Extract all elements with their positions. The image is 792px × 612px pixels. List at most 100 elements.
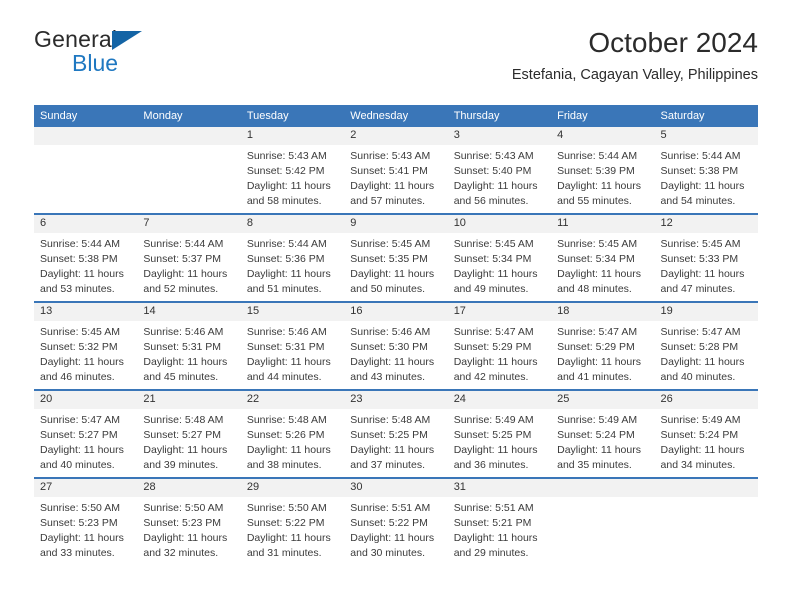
calendar-day-cell[interactable]: 30 Sunrise: 5:51 AM Sunset: 5:22 PM Dayligh… [344, 477, 448, 565]
day-sun-info: Sunrise: 5:50 AM Sunset: 5:23 PM Daylight:… [137, 497, 240, 561]
day-sunrise-text: Sunrise: 5:47 AM [557, 326, 638, 338]
weekday-header-friday: Friday [551, 105, 655, 127]
calendar-day-cell[interactable]: 17 Sunrise: 5:47 AM Sunset: 5:29 PM Dayligh… [447, 301, 552, 390]
day-number: 18 [551, 303, 655, 321]
general-blue-logo[interactable]: General Blue [34, 28, 334, 90]
calendar-day-cell[interactable]: 3 Sunrise: 5:43 AM Sunset: 5:40 PM Daylight… [447, 127, 552, 214]
day-sunrise-text: Sunrise: 5:43 AM [350, 150, 431, 162]
calendar-day-cell[interactable]: 13 Sunrise: 5:45 AM Sunset: 5:32 PM Dayligh… [34, 301, 138, 390]
day-daylight-line2-text: and 47 minutes. [660, 282, 736, 295]
day-sunrise-text: Sunrise: 5:45 AM [660, 238, 741, 250]
day-daylight-line1-text: Daylight: 11 hours [350, 531, 435, 544]
calendar-empty-cell [654, 477, 758, 565]
calendar-day-cell[interactable]: 11 Sunrise: 5:45 AM Sunset: 5:34 PM Dayligh… [551, 213, 655, 302]
calendar-day-cell[interactable]: 15 Sunrise: 5:46 AM Sunset: 5:31 PM Dayligh… [240, 301, 345, 390]
day-cell-content: 16 Sunrise: 5:46 AM Sunset: 5:30 PM Dayligh… [344, 303, 448, 389]
day-sun-info: Sunrise: 5:45 AM Sunset: 5:33 PM Daylight:… [655, 233, 758, 297]
calendar-day-cell[interactable]: 7 Sunrise: 5:44 AM Sunset: 5:37 PM Daylight… [137, 213, 241, 302]
day-daylight-line1-text: Daylight: 11 hours [40, 267, 124, 280]
calendar-day-cell[interactable]: 14 Sunrise: 5:46 AM Sunset: 5:31 PM Dayligh… [137, 301, 241, 390]
day-number: 31 [447, 479, 552, 497]
calendar-day-cell[interactable]: 10 Sunrise: 5:45 AM Sunset: 5:34 PM Dayligh… [447, 213, 552, 302]
calendar-day-cell[interactable]: 25 Sunrise: 5:49 AM Sunset: 5:24 PM Dayligh… [551, 389, 655, 478]
day-cell-content [551, 479, 655, 565]
calendar-day-cell[interactable]: 26 Sunrise: 5:49 AM Sunset: 5:24 PM Dayligh… [654, 389, 758, 478]
calendar-day-cell[interactable]: 18 Sunrise: 5:47 AM Sunset: 5:29 PM Dayligh… [551, 301, 655, 390]
day-cell-content: 12 Sunrise: 5:45 AM Sunset: 5:33 PM Dayligh… [654, 215, 758, 301]
day-cell-content: 19 Sunrise: 5:47 AM Sunset: 5:28 PM Dayligh… [654, 303, 758, 389]
day-sun-info: Sunrise: 5:48 AM Sunset: 5:27 PM Daylight:… [137, 409, 240, 473]
calendar-day-cell[interactable]: 22 Sunrise: 5:48 AM Sunset: 5:26 PM Dayligh… [240, 389, 345, 478]
day-number [551, 479, 655, 497]
day-number: 16 [344, 303, 448, 321]
day-number: 24 [447, 391, 552, 409]
day-daylight-line2-text: and 40 minutes. [660, 370, 736, 383]
day-cell-content [654, 479, 758, 565]
day-sun-info: Sunrise: 5:50 AM Sunset: 5:22 PM Daylight:… [241, 497, 344, 561]
day-daylight-line2-text: and 58 minutes. [246, 194, 322, 207]
day-cell-content: 30 Sunrise: 5:51 AM Sunset: 5:22 PM Dayligh… [344, 479, 448, 565]
day-daylight-line1-text: Daylight: 11 hours [246, 443, 331, 456]
calendar-day-cell[interactable]: 27 Sunrise: 5:50 AM Sunset: 5:23 PM Dayligh… [34, 477, 138, 565]
day-daylight-line1-text: Daylight: 11 hours [143, 531, 228, 544]
calendar-day-cell[interactable]: 12 Sunrise: 5:45 AM Sunset: 5:33 PM Dayligh… [654, 213, 758, 302]
day-daylight-line2-text: and 55 minutes. [557, 194, 632, 207]
weekday-header-wednesday: Wednesday [344, 105, 448, 127]
day-number: 28 [137, 479, 241, 497]
day-sunrise-text: Sunrise: 5:44 AM [557, 150, 638, 162]
calendar-day-cell[interactable]: 9 Sunrise: 5:45 AM Sunset: 5:35 PM Daylight… [344, 213, 448, 302]
day-sunrise-text: Sunrise: 5:45 AM [557, 238, 638, 250]
day-sun-info: Sunrise: 5:49 AM Sunset: 5:25 PM Daylight:… [448, 409, 551, 473]
calendar-day-cell[interactable]: 8 Sunrise: 5:44 AM Sunset: 5:36 PM Daylight… [240, 213, 345, 302]
calendar-day-cell[interactable]: 2 Sunrise: 5:43 AM Sunset: 5:41 PM Daylight… [344, 127, 448, 214]
day-daylight-line1-text: Daylight: 11 hours [246, 355, 331, 368]
day-sunrise-text: Sunrise: 5:46 AM [350, 326, 431, 338]
day-sunset-text: Sunset: 5:32 PM [40, 340, 118, 353]
day-sunrise-text: Sunrise: 5:46 AM [143, 326, 224, 338]
calendar-day-cell[interactable]: 21 Sunrise: 5:48 AM Sunset: 5:27 PM Dayligh… [137, 389, 241, 478]
calendar-day-cell[interactable]: 29 Sunrise: 5:50 AM Sunset: 5:22 PM Dayligh… [240, 477, 345, 565]
day-daylight-line2-text: and 29 minutes. [453, 546, 529, 559]
day-number [34, 127, 138, 145]
calendar-week-row: 6 Sunrise: 5:44 AM Sunset: 5:38 PM Daylight… [34, 213, 758, 302]
day-sunset-text: Sunset: 5:38 PM [660, 164, 739, 177]
calendar-day-cell[interactable]: 5 Sunrise: 5:44 AM Sunset: 5:38 PM Daylight… [654, 127, 758, 214]
day-sunset-text: Sunset: 5:34 PM [557, 252, 635, 265]
day-cell-content: 22 Sunrise: 5:48 AM Sunset: 5:26 PM Dayligh… [240, 391, 345, 477]
day-daylight-line1-text: Daylight: 11 hours [453, 531, 538, 544]
calendar-day-cell[interactable]: 20 Sunrise: 5:47 AM Sunset: 5:27 PM Dayligh… [34, 389, 138, 478]
day-sun-info: Sunrise: 5:47 AM Sunset: 5:27 PM Daylight:… [34, 409, 137, 473]
logo-word-blue: Blue [72, 50, 119, 76]
day-sun-info: Sunrise: 5:51 AM Sunset: 5:22 PM Daylight:… [344, 497, 447, 561]
day-sun-info: Sunrise: 5:51 AM Sunset: 5:21 PM Daylight:… [448, 497, 551, 561]
day-sunset-text: Sunset: 5:40 PM [453, 164, 532, 177]
day-daylight-line1-text: Daylight: 11 hours [40, 443, 124, 456]
day-sunset-text: Sunset: 5:24 PM [660, 428, 739, 441]
page-title: October 2024 [588, 27, 758, 58]
weekday-header-monday: Monday [137, 105, 241, 127]
day-daylight-line2-text: and 39 minutes. [143, 458, 219, 471]
day-daylight-line2-text: and 37 minutes. [350, 458, 425, 471]
day-daylight-line1-text: Daylight: 11 hours [143, 443, 228, 456]
calendar-day-cell[interactable]: 31 Sunrise: 5:51 AM Sunset: 5:21 PM Dayligh… [447, 477, 552, 565]
calendar-day-cell[interactable]: 1 Sunrise: 5:43 AM Sunset: 5:42 PM Daylight… [240, 127, 345, 214]
day-cell-content: 11 Sunrise: 5:45 AM Sunset: 5:34 PM Dayligh… [551, 215, 655, 301]
day-number: 7 [137, 215, 241, 233]
calendar-day-cell[interactable]: 4 Sunrise: 5:44 AM Sunset: 5:39 PM Daylight… [551, 127, 655, 214]
calendar-day-cell[interactable]: 23 Sunrise: 5:48 AM Sunset: 5:25 PM Dayligh… [344, 389, 448, 478]
calendar-day-cell[interactable]: 16 Sunrise: 5:46 AM Sunset: 5:30 PM Dayligh… [344, 301, 448, 390]
day-sun-info: Sunrise: 5:45 AM Sunset: 5:35 PM Daylight:… [344, 233, 447, 297]
month-calendar-table: Sunday Monday Tuesday Wednesday Thursday Frid… [34, 105, 758, 565]
day-sunrise-text: Sunrise: 5:43 AM [246, 150, 327, 162]
calendar-day-cell[interactable]: 6 Sunrise: 5:44 AM Sunset: 5:38 PM Daylight… [34, 213, 138, 302]
calendar-day-cell[interactable]: 19 Sunrise: 5:47 AM Sunset: 5:28 PM Dayligh… [654, 301, 758, 390]
day-daylight-line1-text: Daylight: 11 hours [453, 267, 538, 280]
day-sunset-text: Sunset: 5:23 PM [143, 516, 222, 529]
day-sunrise-text: Sunrise: 5:48 AM [350, 414, 431, 426]
day-sunset-text: Sunset: 5:31 PM [246, 340, 325, 353]
calendar-day-cell[interactable]: 24 Sunrise: 5:49 AM Sunset: 5:25 PM Dayligh… [447, 389, 552, 478]
day-number: 21 [137, 391, 241, 409]
day-cell-content: 9 Sunrise: 5:45 AM Sunset: 5:35 PM Daylight… [344, 215, 448, 301]
calendar-day-cell[interactable]: 28 Sunrise: 5:50 AM Sunset: 5:23 PM Dayligh… [137, 477, 241, 565]
day-cell-content: 7 Sunrise: 5:44 AM Sunset: 5:37 PM Daylight… [137, 215, 241, 301]
